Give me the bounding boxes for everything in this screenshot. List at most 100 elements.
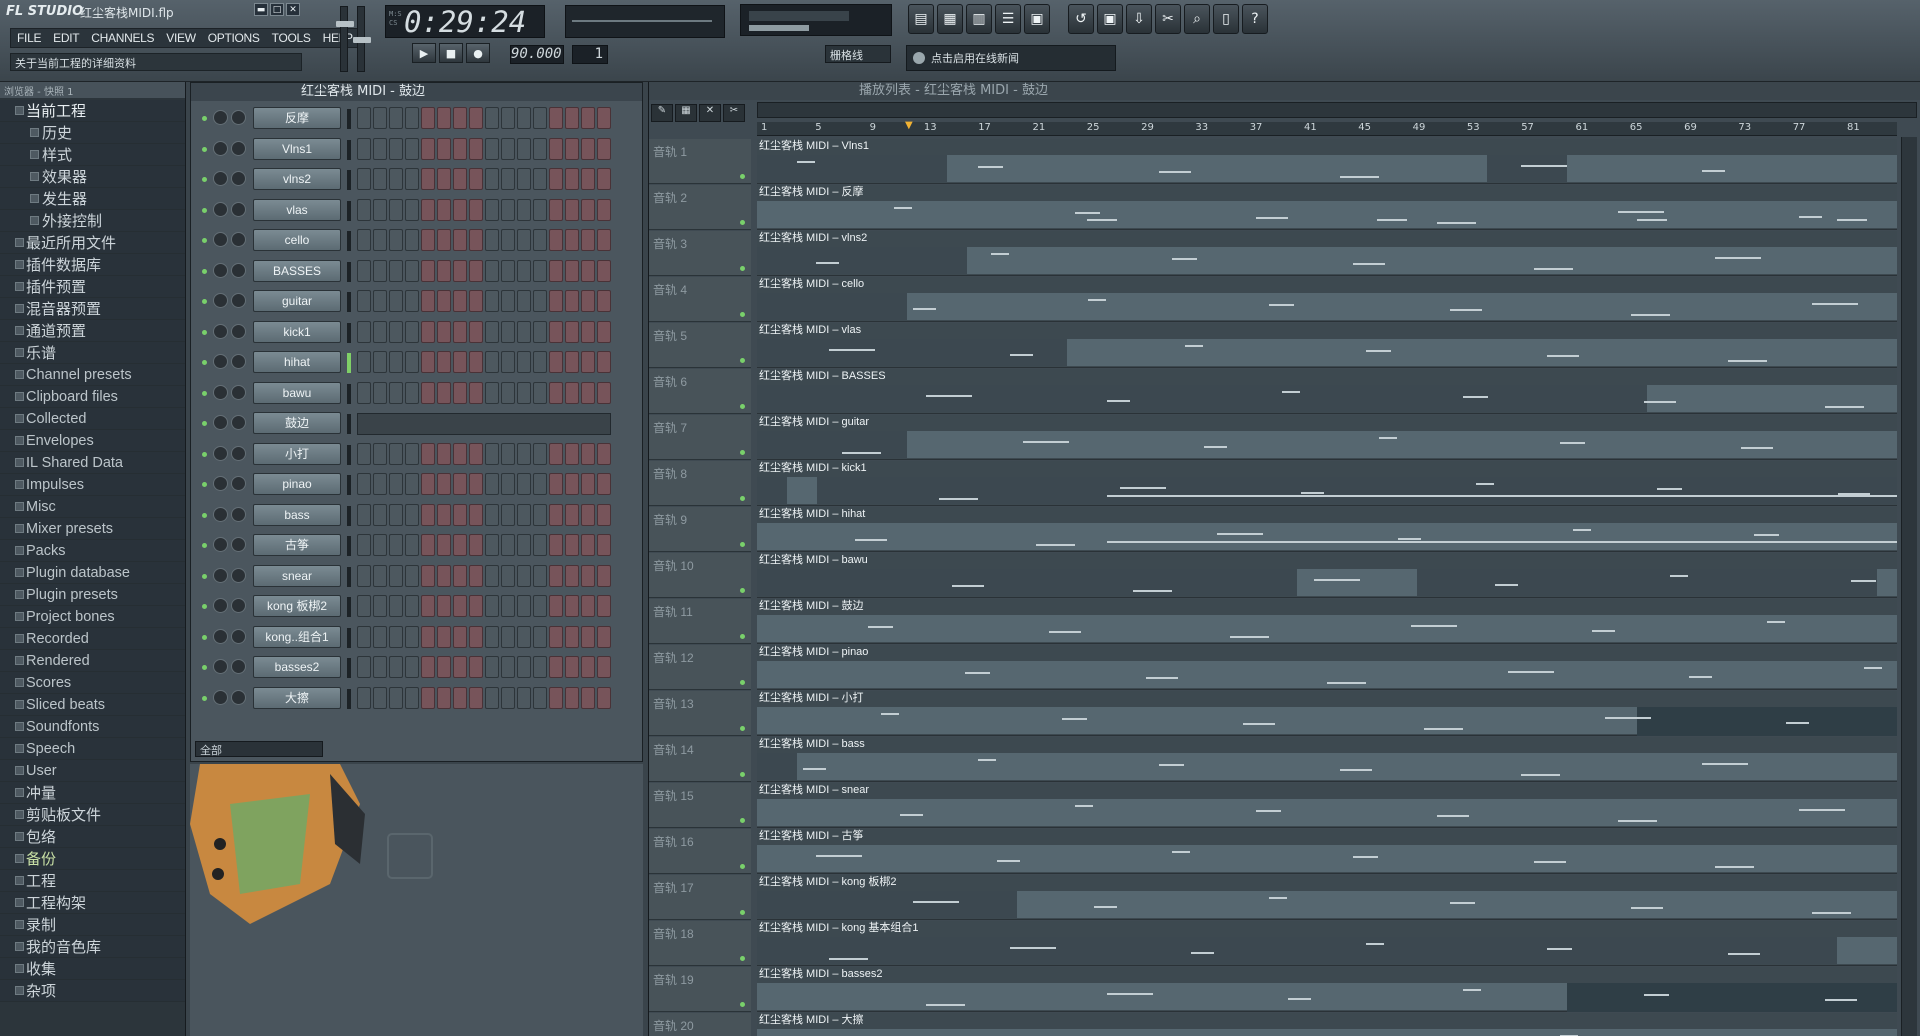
pattern-clip[interactable]: 红尘客栈 MIDI – bass (757, 737, 1897, 782)
step-button[interactable] (485, 503, 499, 526)
step-button[interactable] (453, 656, 467, 678)
step-button[interactable] (421, 625, 435, 648)
step-button[interactable] (357, 686, 371, 709)
browser-item[interactable]: Soundfonts (0, 716, 185, 738)
step-button[interactable] (533, 625, 547, 648)
channel-name-button[interactable]: snear (253, 564, 341, 587)
step-button[interactable] (469, 229, 483, 251)
playhead-marker-icon[interactable]: ▼ (905, 120, 913, 131)
step-button[interactable] (357, 656, 371, 678)
step-button[interactable] (373, 259, 387, 282)
playlist-vertical-scroll[interactable] (1901, 137, 1917, 1036)
channel-filter-select[interactable]: 全部 (195, 741, 323, 757)
step-button[interactable] (485, 107, 499, 129)
channel-name-button[interactable]: hihat (253, 351, 341, 373)
channel-mute-led[interactable] (202, 238, 207, 243)
pan-knob[interactable] (213, 354, 228, 369)
step-button[interactable] (405, 259, 419, 282)
channel-select[interactable] (347, 200, 351, 221)
step-button[interactable] (437, 107, 451, 129)
step-button[interactable] (565, 564, 579, 587)
step-button[interactable] (389, 320, 403, 343)
channel-name-button[interactable]: vlas (253, 198, 341, 221)
step-button[interactable] (373, 381, 387, 404)
browser-item[interactable]: Recorded (0, 628, 185, 650)
step-button[interactable] (501, 625, 515, 648)
pan-knob[interactable] (213, 537, 228, 552)
play-icon[interactable]: ▶ (412, 43, 436, 63)
track-enable-led[interactable] (740, 404, 745, 409)
step-button[interactable] (421, 503, 435, 526)
track-enable-led[interactable] (740, 910, 745, 915)
step-button[interactable] (533, 381, 547, 404)
channel-select[interactable] (347, 566, 351, 587)
step-button[interactable] (485, 198, 499, 221)
pattern-clip[interactable]: 红尘客栈 MIDI – bawu (757, 553, 1897, 598)
step-button[interactable] (453, 320, 467, 343)
browser-item[interactable]: Speech (0, 738, 185, 760)
step-button[interactable] (581, 381, 595, 404)
step-button[interactable] (453, 595, 467, 617)
step-button[interactable] (517, 168, 531, 190)
step-button[interactable] (517, 320, 531, 343)
step-button[interactable] (517, 625, 531, 648)
pan-knob[interactable] (213, 689, 228, 705)
step-button[interactable] (357, 381, 371, 404)
step-button[interactable] (389, 107, 403, 129)
track-enable-led[interactable] (740, 956, 745, 961)
close-icon[interactable]: ✕ (286, 3, 300, 16)
channel-mute-led[interactable] (202, 604, 207, 609)
step-button[interactable] (373, 503, 387, 526)
step-button[interactable] (421, 442, 435, 465)
step-button[interactable] (405, 503, 419, 526)
step-button[interactable] (485, 168, 499, 190)
track-label[interactable]: 音轨 5 (649, 323, 751, 368)
step-button[interactable] (485, 473, 499, 495)
channel-select[interactable] (347, 444, 351, 465)
pattern-clip[interactable]: 红尘客栈 MIDI – 反摩 (757, 185, 1897, 230)
step-button[interactable] (389, 564, 403, 587)
step-button[interactable] (581, 168, 595, 190)
step-button[interactable] (453, 381, 467, 404)
step-button[interactable] (389, 229, 403, 251)
channel-mute-led[interactable] (202, 451, 207, 457)
step-button[interactable] (421, 168, 435, 190)
browser-item[interactable]: User (0, 760, 185, 782)
step-button[interactable] (373, 473, 387, 495)
browser-item[interactable]: 通道预置 (0, 320, 185, 342)
step-button[interactable] (565, 290, 579, 312)
step-button[interactable] (453, 442, 467, 465)
step-button[interactable] (453, 259, 467, 282)
step-button[interactable] (501, 198, 515, 221)
browser-item[interactable]: 我的音色库 (0, 936, 185, 958)
step-button[interactable] (581, 442, 595, 465)
channel-mute-led[interactable] (202, 299, 207, 304)
step-button[interactable] (469, 625, 483, 648)
step-button[interactable] (517, 564, 531, 587)
step-button[interactable] (453, 473, 467, 495)
step-button[interactable] (517, 534, 531, 556)
pan-knob[interactable] (213, 323, 228, 339)
step-button[interactable] (533, 686, 547, 709)
pan-knob[interactable] (213, 567, 228, 583)
step-button[interactable] (517, 259, 531, 282)
track-label[interactable]: 音轨 2 (649, 185, 751, 230)
search-icon[interactable]: ⌕ (1184, 4, 1210, 34)
track-enable-led[interactable] (740, 358, 745, 363)
step-button[interactable] (469, 137, 483, 160)
step-button[interactable] (549, 198, 563, 221)
step-button[interactable] (549, 351, 563, 373)
step-button[interactable] (469, 503, 483, 526)
step-button[interactable] (485, 534, 499, 556)
track-label[interactable]: 音轨 20 (649, 1013, 751, 1036)
step-button[interactable] (453, 686, 467, 709)
step-button[interactable] (517, 107, 531, 129)
channel-select[interactable] (347, 353, 351, 373)
browser-item[interactable]: Project bones (0, 606, 185, 628)
track-label[interactable]: 音轨 6 (649, 369, 751, 414)
step-button[interactable] (357, 442, 371, 465)
step-button[interactable] (501, 656, 515, 678)
step-button[interactable] (357, 534, 371, 556)
step-button[interactable] (389, 381, 403, 404)
step-button[interactable] (581, 625, 595, 648)
